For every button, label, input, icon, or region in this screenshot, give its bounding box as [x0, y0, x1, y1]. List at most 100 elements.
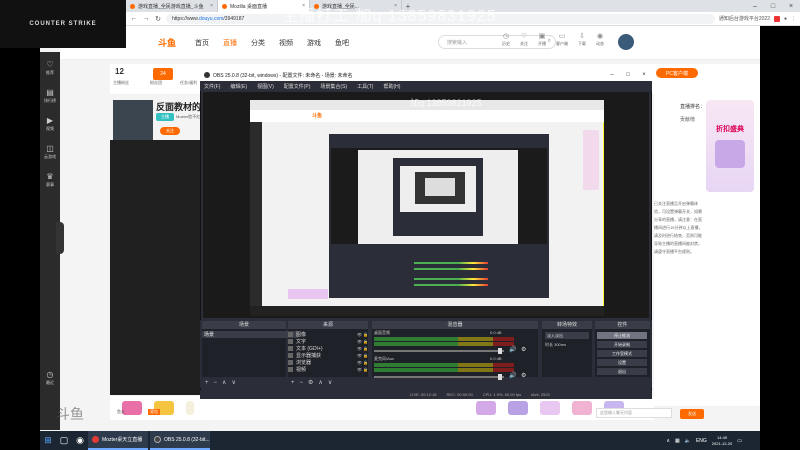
send-button[interactable]: 发送: [680, 409, 704, 419]
sidebar-collapse-handle[interactable]: [56, 222, 64, 254]
nav-live[interactable]: 直播: [223, 38, 237, 48]
gift-item[interactable]: [572, 401, 592, 415]
menu-scene-collection[interactable]: 场景集合(S): [320, 83, 347, 90]
nav-category[interactable]: 分类: [251, 38, 265, 48]
gift-item[interactable]: [540, 401, 560, 415]
minimize-icon[interactable]: –: [746, 0, 764, 12]
pc-client-button[interactable]: PC客户端: [656, 68, 698, 78]
nav-video[interactable]: 视频: [279, 38, 293, 48]
streamer-name[interactable]: Mozter脸不红: [176, 114, 200, 120]
scene-item[interactable]: 场景: [202, 331, 298, 338]
source-row[interactable]: 浏览器 👁 🔒: [288, 359, 368, 366]
download-button[interactable]: ⇩ 下载: [578, 32, 586, 47]
speaker-icon[interactable]: 🔊: [509, 346, 516, 353]
nav-game[interactable]: 游戏: [307, 38, 321, 48]
contribution-tab[interactable]: 贡献榜: [680, 116, 695, 123]
promo-banner[interactable]: 折扣盛典: [706, 100, 754, 192]
gear-icon[interactable]: ⚙: [521, 346, 526, 353]
mixer-volume-slider[interactable]: [374, 376, 504, 378]
transition-select[interactable]: 淡入淡出: [545, 332, 589, 339]
mixer-volume-knob[interactable]: [498, 348, 502, 354]
sidebar-item-cloud-game[interactable]: ◫ 云游戏: [44, 144, 56, 160]
douyu-logo[interactable]: 斗鱼: [158, 36, 176, 49]
move-down-icon[interactable]: ∨: [328, 379, 332, 386]
ime-indicator[interactable]: ENG: [696, 438, 707, 444]
menu-file[interactable]: 文件(F): [204, 83, 220, 90]
sidebar-item-video[interactable]: ▶ 视频: [46, 116, 54, 132]
close-icon[interactable]: ×: [210, 3, 213, 9]
close-icon[interactable]: ×: [636, 72, 652, 78]
forward-icon[interactable]: →: [142, 15, 150, 22]
gift-item[interactable]: [122, 401, 142, 415]
menu-view[interactable]: 视图(V): [257, 83, 274, 90]
source-row[interactable]: 显示器捕获 👁 🔒: [288, 352, 368, 359]
avatar[interactable]: [618, 34, 634, 50]
move-down-icon[interactable]: ∨: [231, 379, 235, 386]
browser-tab[interactable]: 游戏直播_全民游戏直播_斗鱼 ×: [126, 0, 218, 12]
fishball-label[interactable]: 鱼丸: [117, 409, 125, 415]
remove-icon[interactable]: −: [300, 380, 304, 386]
gift-item[interactable]: [476, 401, 496, 415]
studio-mode-button[interactable]: 工作室模式: [597, 350, 647, 357]
nav-yuba[interactable]: 鱼吧: [335, 38, 349, 48]
visibility-lock-icons[interactable]: 👁 🔒: [357, 346, 368, 351]
visibility-lock-icons[interactable]: 👁 🔒: [357, 360, 368, 365]
minimize-icon[interactable]: –: [604, 72, 620, 78]
gift-item[interactable]: [186, 401, 194, 415]
exit-button[interactable]: 退出: [597, 368, 647, 375]
transition-duration[interactable]: 时长 300ms: [545, 342, 566, 348]
menu-help[interactable]: 帮助(H): [383, 83, 400, 90]
nav-home[interactable]: 首页: [195, 38, 209, 48]
backpack-label[interactable]: 背包: [148, 409, 160, 415]
menu-profile[interactable]: 配置文件(P): [284, 83, 311, 90]
fan-club-badge[interactable]: 24: [153, 68, 173, 80]
source-row[interactable]: 文字 👁 🔒: [288, 338, 368, 345]
mixer-volume-knob[interactable]: [498, 374, 502, 380]
back-icon[interactable]: ←: [130, 15, 138, 22]
history-button[interactable]: ◷ 历史: [502, 32, 510, 47]
source-row[interactable]: 文本 (GDI+) 👁 🔒: [288, 345, 368, 352]
sidebar-item-events[interactable]: ♛ 赛事: [46, 172, 54, 188]
task-label[interactable]: 任务/福利: [180, 80, 197, 86]
chevron-up-icon[interactable]: ∧: [666, 438, 670, 444]
taskbar-app-browser[interactable]: Mozter桌天立直播: [88, 431, 148, 450]
menu-icon[interactable]: ⋮: [791, 16, 796, 22]
gift-item[interactable]: [508, 401, 528, 415]
sidebar-item-recent[interactable]: ◷ 最近: [46, 370, 54, 386]
taskbar-app-obs[interactable]: OBS 25.0.8 (32-bit...: [150, 431, 210, 450]
maximize-icon[interactable]: □: [764, 0, 782, 12]
client-button[interactable]: ▭ 客户端: [556, 32, 568, 47]
stop-stream-button[interactable]: 停止推流: [597, 332, 647, 339]
source-row[interactable]: 图像 👁 🔒: [288, 331, 368, 338]
sidebar-item-rank[interactable]: ▤ 排行榜: [44, 88, 56, 104]
feed-button[interactable]: ◉ 动态: [596, 32, 604, 47]
visibility-lock-icons[interactable]: 👁 🔒: [357, 367, 368, 372]
speaker-icon[interactable]: 🔊: [509, 372, 516, 379]
start-recording-button[interactable]: 开始录制: [597, 341, 647, 348]
remove-icon[interactable]: −: [214, 380, 218, 386]
menu-tools[interactable]: 工具(T): [357, 83, 373, 90]
mixer-volume-slider[interactable]: [374, 350, 504, 352]
chat-input[interactable]: 这里输入聊天内容: [596, 408, 672, 418]
source-row[interactable]: 视频 👁 🔒: [288, 366, 368, 373]
follow-list-button[interactable]: ♡ 关注: [520, 32, 528, 47]
streamer-avatar[interactable]: [113, 100, 153, 140]
add-icon[interactable]: +: [291, 380, 295, 386]
windows-start-icon[interactable]: ⊞: [40, 435, 56, 446]
menu-edit[interactable]: 编辑(E): [230, 83, 247, 90]
move-up-icon[interactable]: ∧: [222, 379, 226, 386]
network-icon[interactable]: ▦: [675, 438, 680, 444]
extension-icon[interactable]: [773, 15, 780, 22]
follow-button[interactable]: 关注: [160, 127, 180, 135]
maximize-icon[interactable]: □: [620, 72, 636, 78]
clock[interactable]: 14:49 2021-12-20: [712, 435, 732, 447]
notification-icon[interactable]: ▭: [737, 438, 742, 444]
chrome-icon[interactable]: ◉: [72, 435, 88, 447]
go-live-button[interactable]: ▣ 开播: [538, 32, 546, 47]
settings-button[interactable]: 设置: [597, 359, 647, 366]
sidebar-item-recommend[interactable]: ♡ 推荐: [46, 60, 54, 76]
visibility-lock-icons[interactable]: 👁 🔒: [357, 353, 368, 358]
gear-icon[interactable]: ⚙: [521, 372, 526, 379]
gear-icon[interactable]: ⚙: [308, 379, 313, 386]
volume-icon[interactable]: 🔈: [685, 438, 691, 444]
